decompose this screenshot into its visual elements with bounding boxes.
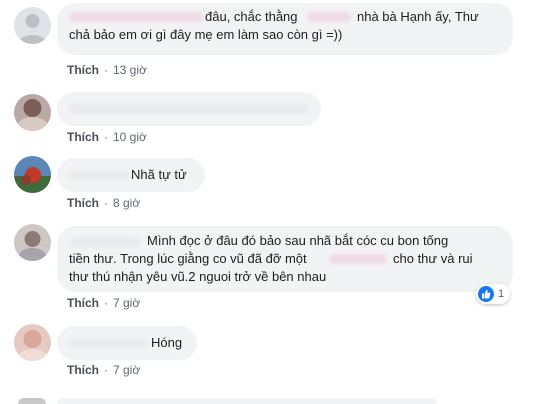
timestamp[interactable]: 8 giờ bbox=[113, 196, 140, 210]
user-avatar-icon bbox=[14, 156, 51, 193]
comment-text: Mình đọc ở đâu đó bảo sau nhã bắt cóc cu… bbox=[147, 233, 449, 248]
comment-text: cho thư và rui bbox=[393, 251, 473, 266]
blurred-text bbox=[329, 254, 387, 264]
blurred-name bbox=[69, 170, 129, 180]
comment-text: chả bảo em ơi gì đây mẹ em làm sao còn g… bbox=[69, 27, 343, 42]
avatar[interactable] bbox=[14, 324, 51, 361]
user-avatar-icon bbox=[14, 224, 51, 261]
thumbs-up-icon bbox=[478, 286, 494, 302]
default-avatar-icon bbox=[14, 7, 51, 44]
separator-dot: · bbox=[104, 63, 108, 77]
avatar[interactable] bbox=[14, 7, 51, 44]
timestamp[interactable]: 7 giờ bbox=[113, 363, 140, 377]
comment-bubble: Hóng bbox=[57, 326, 197, 360]
comment-text: thư thú nhận yêu vũ.2 nguoi trở về bên n… bbox=[69, 269, 327, 284]
like-link[interactable]: Thích bbox=[67, 130, 99, 144]
comment-actions: Thích · 7 giờ bbox=[67, 363, 140, 377]
reaction-badge[interactable]: 1 bbox=[476, 284, 511, 304]
comment-actions: Thích · 10 giờ bbox=[67, 130, 147, 144]
comment-text: nhà bà Hạnh ấy, Thư bbox=[357, 9, 479, 24]
separator-dot: · bbox=[104, 130, 108, 144]
like-link[interactable]: Thích bbox=[67, 63, 99, 77]
comment-text: Hóng bbox=[151, 335, 183, 350]
comment-bubble-partial bbox=[57, 398, 437, 404]
blurred-name bbox=[69, 12, 203, 22]
next-comment-partial bbox=[0, 396, 539, 404]
comment-text: Nhã tự tử bbox=[131, 167, 187, 182]
comment-bubble bbox=[57, 92, 321, 126]
separator-dot: · bbox=[104, 363, 108, 377]
separator-dot: · bbox=[104, 296, 108, 310]
blurred-name bbox=[69, 338, 147, 348]
comment-text: tiền thư. Trong lúc giằng co vũ đã đỡ mộ… bbox=[69, 251, 307, 266]
blurred-name bbox=[69, 237, 141, 247]
timestamp[interactable]: 13 giờ bbox=[113, 63, 147, 77]
like-link[interactable]: Thích bbox=[67, 296, 99, 310]
comment-text: đâu, chắc thằng bbox=[205, 9, 298, 24]
comment-actions: Thích · 8 giờ bbox=[67, 196, 140, 210]
avatar-partial bbox=[18, 398, 46, 404]
timestamp[interactable]: 7 giờ bbox=[113, 296, 140, 310]
reaction-count: 1 bbox=[498, 288, 505, 300]
comment-actions: Thích · 13 giờ bbox=[67, 63, 147, 77]
user-avatar-icon bbox=[14, 324, 51, 361]
comment-bubble: Nhã tự tử bbox=[57, 158, 205, 192]
like-link[interactable]: Thích bbox=[67, 196, 99, 210]
user-avatar-icon bbox=[14, 94, 51, 131]
timestamp[interactable]: 10 giờ bbox=[113, 130, 147, 144]
avatar[interactable] bbox=[14, 224, 51, 261]
separator-dot: · bbox=[104, 196, 108, 210]
avatar[interactable] bbox=[14, 156, 51, 193]
blurred-text bbox=[307, 12, 351, 22]
comment-actions: Thích · 7 giờ bbox=[67, 296, 140, 310]
avatar[interactable] bbox=[14, 94, 51, 131]
comment-bubble: Mình đọc ở đâu đó bảo sau nhã bắt cóc cu… bbox=[57, 226, 513, 292]
blurred-text bbox=[69, 104, 309, 114]
like-link[interactable]: Thích bbox=[67, 363, 99, 377]
comment-bubble: đâu, chắc thằng nhà bà Hạnh ấy, Thư chả … bbox=[57, 3, 513, 55]
